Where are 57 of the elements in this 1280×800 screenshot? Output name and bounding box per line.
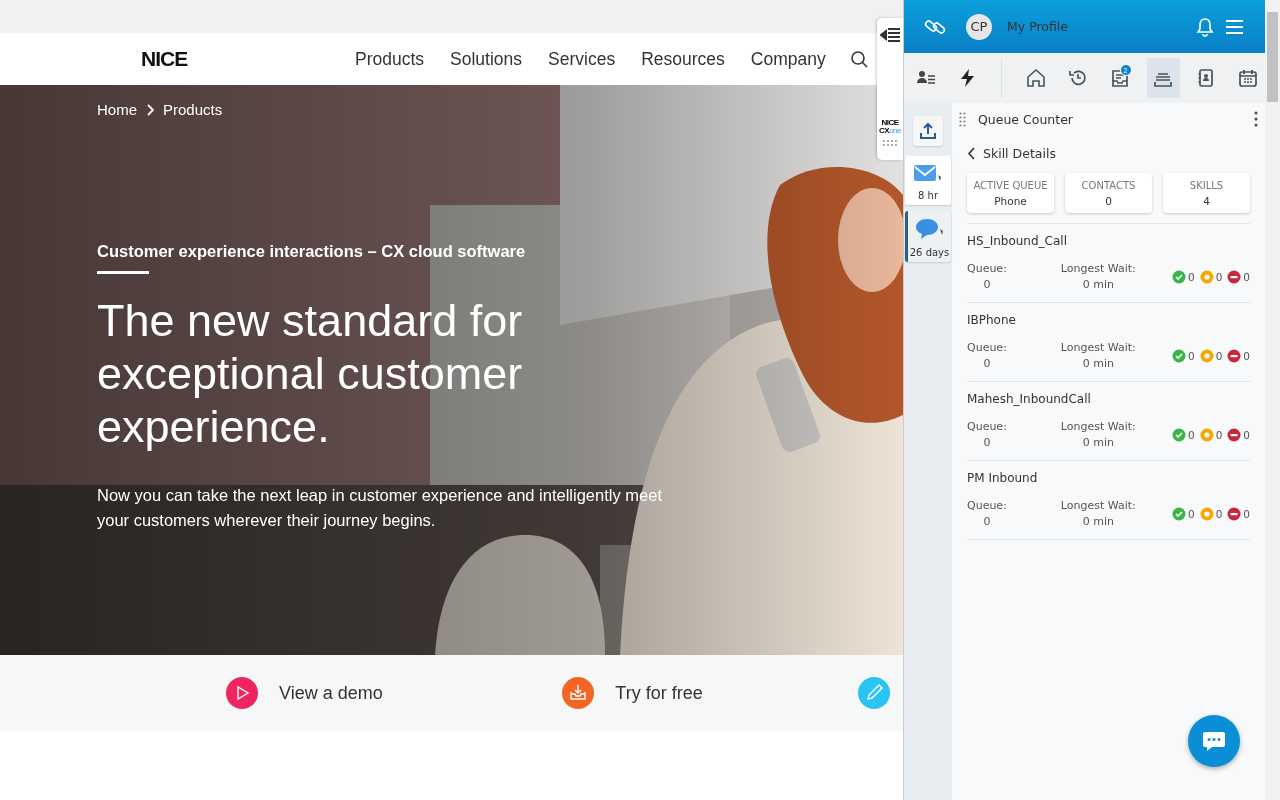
summary-label: ACTIVE QUEUE [973,179,1048,191]
breadcrumb-link[interactable]: Products [163,101,223,118]
queue-value: 0 [983,436,991,449]
summary-value: 0 [1105,194,1112,207]
skill-name: Mahesh_InboundCall [967,392,1092,406]
status-count: 0 [1215,349,1223,362]
status-count: 0 [1215,428,1223,441]
wait-value: 0 min [1082,357,1114,370]
skill-name: HS_Inbound_Call [967,234,1068,248]
wait-label: Longest Wait: [1060,420,1136,433]
action-link[interactable]: Try for free [562,677,703,709]
queue-value: 0 [983,515,991,528]
summary-value: Phone [994,194,1027,207]
status-count: 0 [1243,349,1250,362]
status-count: 0 [1187,270,1195,283]
wait-label: Longest Wait: [1060,499,1136,512]
skill-name: IBPhone [967,313,1017,327]
back-link[interactable]: Skill Details [967,146,1258,161]
wait-label: Longest Wait: [1060,262,1136,275]
skill-name: PM Inbound [967,471,1039,485]
summary-label: SKILLS [1189,179,1224,191]
widget-title: Queue Counter [978,111,1074,127]
conversation-tab[interactable]: 8 hr [905,156,951,205]
nav-link[interactable]: Services [548,48,616,70]
breadcrumb-link[interactable]: Home [97,101,137,118]
hero-eyebrow: Customer experience interactions – CX cloud software [97,242,527,261]
conversation-tab[interactable]: 26 days [905,211,951,262]
wait-value: 0 min [1082,278,1114,291]
summary-value: 4 [1203,194,1210,207]
queue-value: 0 [983,357,991,370]
status-count: 0 [1243,270,1250,283]
status-count: 0 [1243,428,1250,441]
avatar[interactable]: CP [966,13,992,40]
profile-link[interactable]: My Profile [1007,19,1196,34]
queue-label: Queue: [967,262,1007,275]
queue-label: Queue: [967,420,1007,433]
queue-label: Queue: [967,499,1007,512]
wait-label: Longest Wait: [1060,341,1136,354]
action-link[interactable]: View a demo [226,677,383,709]
queue-label: Queue: [967,341,1007,354]
nav-link[interactable]: Solutions [450,48,523,70]
nav-link[interactable]: Products [355,48,425,70]
nav-link[interactable]: Resources [641,48,725,70]
nav-link[interactable]: Company [750,48,826,70]
status-count: 0 [1215,270,1223,283]
status-count: 0 [1187,428,1195,441]
brand-logo: NICE CXone [879,119,901,135]
status-count: 0 [1243,507,1250,520]
hero-heading: The new standard for exceptional customer experience. [97,294,524,453]
status-count: 0 [1187,349,1195,362]
site-logo[interactable]: NICE [141,47,341,71]
status-count: 0 [1215,507,1223,520]
summary-label: CONTACTS [1081,179,1136,191]
queue-value: 0 [983,278,991,291]
status-count: 0 [1187,507,1195,520]
wait-value: 0 min [1082,436,1114,449]
wait-value: 0 min [1082,515,1114,528]
